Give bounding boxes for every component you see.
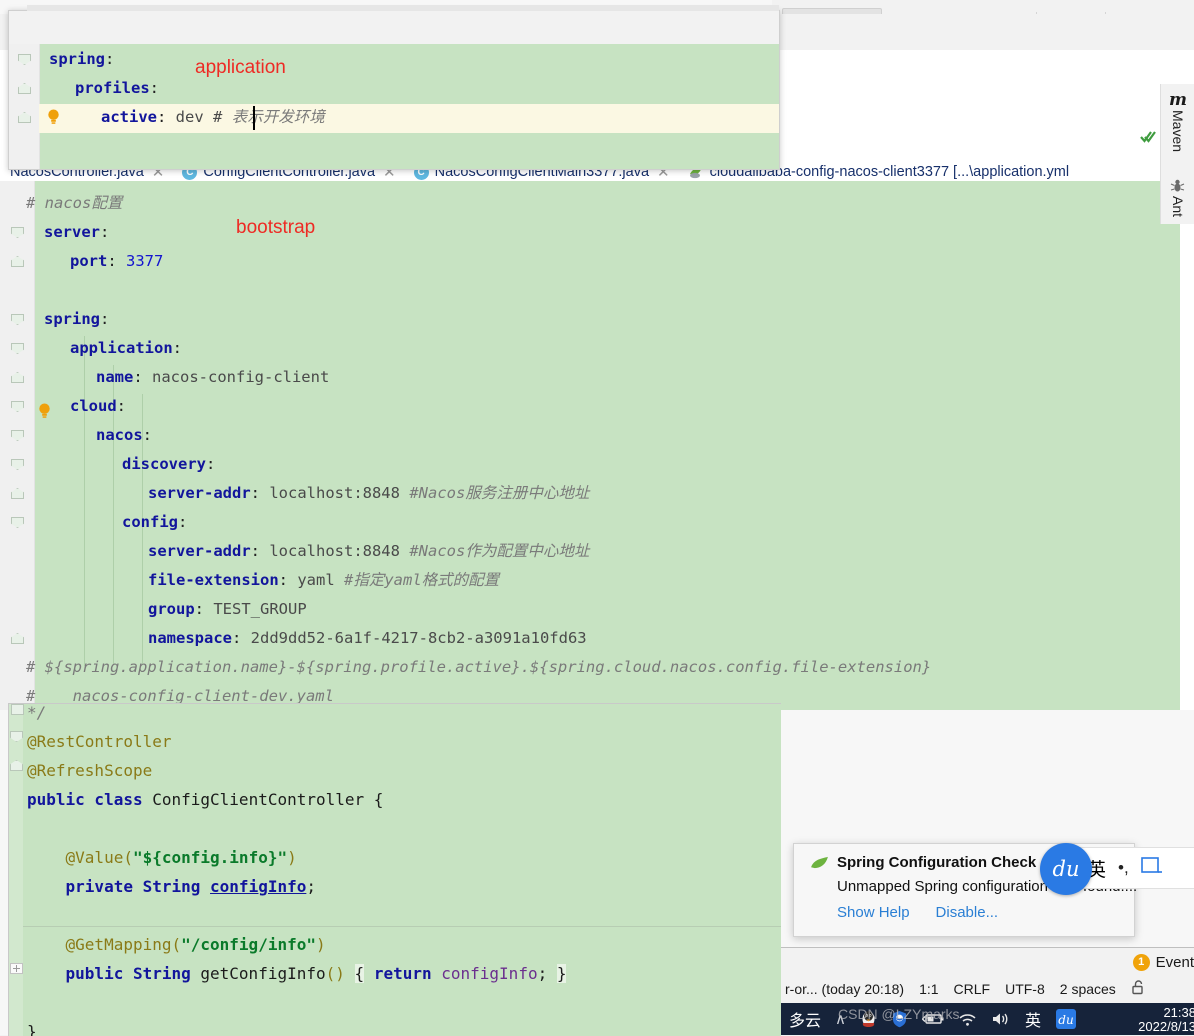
event-log-label[interactable]: Event bbox=[1156, 954, 1194, 971]
code-line: public String getConfigInfo() { return c… bbox=[27, 964, 567, 983]
editor-gutter[interactable] bbox=[9, 704, 23, 1036]
baidu-ime-badge[interactable]: du bbox=[1040, 843, 1092, 895]
bootstrap-code-area[interactable]: # nacos配置 server: port: 3377 spring: app… bbox=[0, 181, 1180, 710]
inspection-ok-icon[interactable] bbox=[1140, 128, 1158, 147]
disable-link[interactable]: Disable... bbox=[936, 904, 999, 921]
floating-editor-tabs bbox=[9, 11, 779, 45]
code-line: cloud: bbox=[70, 397, 127, 415]
ide-window: pp2003 ▾ bbox=[0, 0, 1194, 1036]
notification-links: Show Help Disable... bbox=[837, 904, 998, 921]
clock-time: 21:38 bbox=[1163, 1005, 1194, 1020]
notification-title: Spring Configuration Check bbox=[837, 854, 1037, 871]
event-log-bar[interactable]: 1 Event bbox=[781, 947, 1194, 977]
code-line: name: nacos-config-client bbox=[96, 368, 330, 386]
fold-marker[interactable] bbox=[10, 963, 23, 974]
application-yml-code-area[interactable]: spring: profiles: active: dev # 表示开发环境 a… bbox=[9, 44, 779, 169]
code-line: namespace: 2dd9dd52-6a1f-4217-8cb2-a3091… bbox=[148, 629, 587, 647]
code-line-comment: # nacos配置 bbox=[26, 194, 123, 212]
code-line: discovery: bbox=[122, 455, 216, 473]
code-line: private String configInfo; bbox=[27, 877, 316, 896]
code-line: server-addr: localhost:8848 #Nacos作为配置中心… bbox=[148, 542, 590, 560]
file-encoding[interactable]: UTF-8 bbox=[1005, 981, 1045, 997]
caret-position[interactable]: 1:1 bbox=[919, 981, 938, 997]
code-line: @Value("${config.info}") bbox=[27, 848, 297, 867]
code-line: nacos: bbox=[96, 426, 153, 444]
code-line: spring: bbox=[44, 310, 110, 328]
text-caret bbox=[253, 106, 255, 130]
weather-widget[interactable]: 多云 bbox=[789, 1007, 821, 1031]
inline-comment-cn: 表示开发环境 bbox=[231, 108, 325, 126]
right-tool-window-bar: m Maven Ant bbox=[1160, 84, 1194, 224]
code-line: public class ConfigClientController { bbox=[27, 790, 384, 809]
wifi-icon[interactable] bbox=[958, 1012, 977, 1027]
code-line: */ bbox=[27, 703, 47, 722]
ime-keyboard-icon[interactable] bbox=[1140, 857, 1163, 879]
code-line: } bbox=[27, 1022, 37, 1036]
lock-open-icon[interactable] bbox=[1131, 980, 1145, 998]
fold-marker[interactable] bbox=[11, 704, 24, 715]
taskbar-clock[interactable]: 21:38 2022/8/13 bbox=[1138, 1006, 1194, 1034]
show-help-link[interactable]: Show Help bbox=[837, 904, 910, 921]
code-line: profiles: bbox=[75, 79, 159, 97]
svg-text:du: du bbox=[1058, 1013, 1073, 1027]
code-line: spring: bbox=[49, 50, 115, 68]
indent-setting[interactable]: 2 spaces bbox=[1060, 981, 1116, 997]
code-line: port: 3377 bbox=[70, 252, 164, 270]
status-bar: r-or... (today 20:18) 1:1 CRLF UTF-8 2 s… bbox=[781, 975, 1194, 1003]
code-line: file-extension: yaml #指定yaml格式的配置 bbox=[148, 571, 500, 589]
code-line: server-addr: localhost:8848 #Nacos服务注册中心… bbox=[148, 484, 590, 502]
code-line: @GetMapping("/config/info") bbox=[27, 935, 326, 954]
ant-icon[interactable] bbox=[1170, 178, 1185, 196]
taskbar-ime-mode[interactable]: 英 bbox=[1025, 1007, 1041, 1031]
annotation-application-label: application bbox=[195, 57, 286, 78]
code-line: config: bbox=[122, 513, 188, 531]
clock-date: 2022/8/13 bbox=[1138, 1019, 1194, 1034]
code-line: @RestController bbox=[27, 732, 172, 751]
code-line: @RefreshScope bbox=[27, 761, 153, 780]
event-count-badge: 1 bbox=[1132, 953, 1150, 971]
tool-window-maven[interactable]: Maven bbox=[1170, 110, 1186, 152]
vcs-status[interactable]: r-or... (today 20:18) bbox=[785, 981, 904, 997]
configclientcontroller-java-editor[interactable]: */ @RestController @RefreshScope public … bbox=[8, 703, 781, 1036]
code-line: application: bbox=[70, 339, 182, 357]
spring-leaf-icon bbox=[811, 856, 828, 869]
line-separator[interactable]: CRLF bbox=[954, 981, 991, 997]
code-line: server: bbox=[44, 223, 110, 241]
code-line: active: dev # 表示开发环境 bbox=[101, 108, 325, 126]
csdn-watermark: CSDN @LZYmarks bbox=[838, 1006, 960, 1022]
code-line-comment: # ${spring.application.name}-${spring.pr… bbox=[26, 658, 932, 676]
intention-bulb-icon[interactable] bbox=[47, 109, 60, 126]
annotation-bootstrap-label: bootstrap bbox=[236, 217, 316, 238]
volume-icon[interactable] bbox=[991, 1011, 1011, 1027]
ime-punctuation-toggle[interactable]: •, bbox=[1118, 858, 1129, 878]
maven-icon[interactable]: m bbox=[1169, 90, 1187, 110]
method-separator bbox=[23, 926, 781, 927]
application-yml-floating-editor[interactable]: spring: profiles: active: dev # 表示开发环境 a… bbox=[8, 5, 780, 170]
intention-bulb-icon[interactable] bbox=[38, 403, 51, 420]
code-line: group: TEST_GROUP bbox=[148, 600, 307, 618]
baidu-ime-taskbar-icon[interactable]: du bbox=[1055, 1008, 1077, 1030]
tool-window-ant[interactable]: Ant bbox=[1170, 196, 1186, 217]
